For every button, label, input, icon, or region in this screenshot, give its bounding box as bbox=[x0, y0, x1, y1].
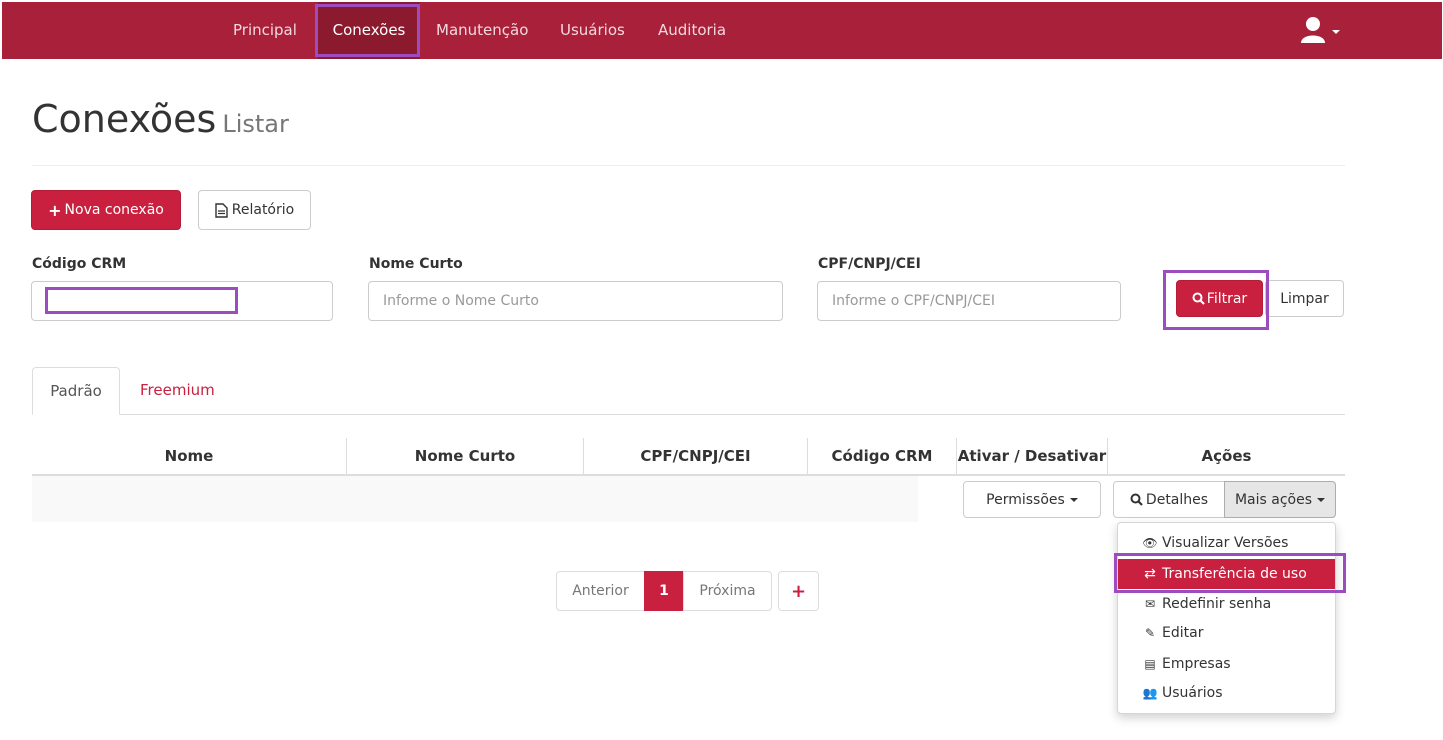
edit-icon: ✎ bbox=[1144, 626, 1156, 640]
codigo-crm-label: Código CRM bbox=[32, 256, 127, 272]
more-actions-label: Mais ações bbox=[1234, 491, 1313, 508]
menu-item-redefinir-senha[interactable]: ✉ Redefinir senha bbox=[1118, 589, 1335, 619]
clear-button[interactable]: Limpar bbox=[1265, 280, 1344, 317]
more-actions-menu: 👁 Visualizar Versões ⇄ Transferência de us… bbox=[1117, 522, 1336, 714]
pagination-next[interactable]: Próxima bbox=[683, 571, 772, 611]
clear-label: Limpar bbox=[1280, 290, 1329, 307]
column-header-nome: Nome bbox=[164, 447, 214, 465]
plus-icon: + bbox=[790, 580, 807, 602]
table-row bbox=[32, 476, 918, 522]
header-divider bbox=[32, 165, 1345, 166]
menu-item-label: Visualizar Versões bbox=[1162, 535, 1289, 551]
more-actions-button[interactable]: Mais ações bbox=[1224, 481, 1336, 518]
caret-down-icon bbox=[1317, 497, 1326, 502]
menu-item-label: Transferência de uso bbox=[1162, 566, 1307, 582]
envelope-icon: ✉ bbox=[1144, 597, 1156, 611]
user-icon bbox=[1301, 17, 1325, 43]
menu-item-label: Empresas bbox=[1162, 656, 1231, 672]
user-menu[interactable] bbox=[1300, 16, 1344, 46]
document-icon bbox=[215, 202, 228, 218]
eye-icon: 👁 bbox=[1142, 536, 1158, 550]
nav-item-usuarios[interactable]: Usuários bbox=[560, 2, 625, 59]
cpf-input[interactable]: Informe o CPF/CNPJ/CEI bbox=[817, 281, 1121, 321]
permissions-label: Permissões bbox=[986, 491, 1065, 508]
column-header-nome-curto: Nome Curto bbox=[414, 447, 516, 465]
report-label: Relatório bbox=[231, 202, 295, 218]
report-button[interactable]: Relatório bbox=[198, 190, 311, 230]
details-label: Detalhes bbox=[1145, 491, 1209, 508]
menu-item-visualizar-versoes[interactable]: 👁 Visualizar Versões bbox=[1118, 528, 1335, 558]
codigo-crm-input[interactable] bbox=[31, 281, 333, 321]
tab-padrao[interactable]: Padrão bbox=[32, 367, 120, 415]
transfer-icon: ⇄ bbox=[1144, 566, 1156, 582]
nav-item-auditoria[interactable]: Auditoria bbox=[658, 2, 726, 59]
menu-item-empresas[interactable]: ▤ Empresas bbox=[1118, 649, 1335, 679]
page-title: Conexões Listar bbox=[32, 97, 289, 141]
page-title-text: Conexões bbox=[32, 97, 217, 141]
nav-item-conexoes[interactable]: Conexões bbox=[318, 2, 420, 59]
cpf-label: CPF/CNPJ/CEI bbox=[818, 256, 921, 272]
nav-item-manutencao[interactable]: Manutenção bbox=[436, 2, 528, 59]
menu-item-label: Editar bbox=[1162, 625, 1204, 641]
caret-down-icon bbox=[1069, 497, 1078, 502]
column-header-ativar: Ativar / Desativar bbox=[957, 447, 1107, 465]
pagination-previous[interactable]: Anterior bbox=[556, 571, 645, 611]
pagination-add-button[interactable]: + bbox=[778, 571, 819, 611]
details-button[interactable]: Detalhes bbox=[1113, 481, 1225, 518]
menu-item-label: Redefinir senha bbox=[1162, 596, 1272, 612]
nome-curto-input[interactable]: Informe o Nome Curto bbox=[368, 281, 783, 321]
pagination-page-1[interactable]: 1 bbox=[644, 571, 684, 611]
search-icon bbox=[1130, 493, 1143, 506]
new-connection-button[interactable]: + Nova conexão bbox=[31, 190, 181, 230]
chevron-down-icon bbox=[1332, 30, 1340, 34]
column-header-acoes: Ações bbox=[1201, 447, 1252, 465]
menu-item-transferencia-de-uso[interactable]: ⇄ Transferência de uso bbox=[1118, 559, 1335, 589]
filter-button[interactable]: Filtrar bbox=[1176, 280, 1263, 317]
menu-item-editar[interactable]: ✎ Editar bbox=[1118, 618, 1335, 648]
permissions-button[interactable]: Permissões bbox=[963, 481, 1101, 518]
users-icon: 👥 bbox=[1142, 686, 1158, 700]
nome-curto-label: Nome Curto bbox=[369, 256, 463, 272]
tab-freemium[interactable]: Freemium bbox=[140, 367, 215, 415]
column-header-codigo-crm: Código CRM bbox=[831, 447, 933, 465]
page-subtitle: Listar bbox=[222, 110, 289, 138]
column-header-cpf: CPF/CNPJ/CEI bbox=[640, 447, 751, 465]
top-navbar: Principal Conexões Manutenção Usuários A… bbox=[2, 2, 1442, 59]
search-icon bbox=[1192, 292, 1205, 305]
new-connection-label: Nova conexão bbox=[64, 202, 164, 218]
filter-label: Filtrar bbox=[1206, 290, 1248, 307]
nav-item-principal[interactable]: Principal bbox=[233, 2, 297, 59]
plus-icon: + bbox=[48, 200, 62, 220]
list-icon: ▤ bbox=[1144, 657, 1156, 671]
tabs-divider bbox=[32, 414, 1345, 415]
menu-item-usuarios[interactable]: 👥 Usuários bbox=[1118, 678, 1335, 708]
menu-item-label: Usuários bbox=[1162, 685, 1223, 701]
